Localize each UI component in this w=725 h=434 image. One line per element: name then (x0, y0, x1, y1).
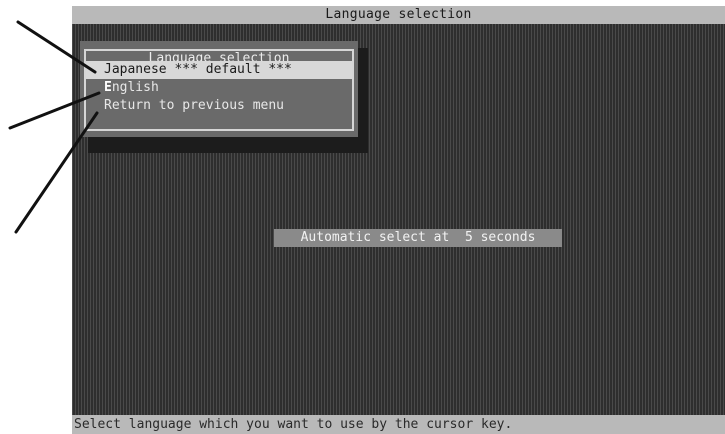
menu-item-return[interactable]: Return to previous menu (86, 97, 352, 115)
hotkey-letter: E (104, 80, 112, 95)
status-bar: Select language which you want to use by… (72, 415, 725, 434)
menu-item-english[interactable]: English (86, 79, 352, 97)
bios-screen: Language selection Language selection Ja… (72, 6, 725, 434)
auto-select-countdown: Automatic select at 5 seconds (274, 229, 562, 247)
language-menu: Japanese *** default *** English Return … (86, 61, 352, 115)
menu-item-english-label: nglish (111, 80, 159, 95)
menu-item-japanese[interactable]: Japanese *** default *** (86, 61, 352, 79)
language-selection-dialog: Language selection Japanese *** default … (80, 41, 358, 137)
title-bar: Language selection (72, 6, 725, 24)
